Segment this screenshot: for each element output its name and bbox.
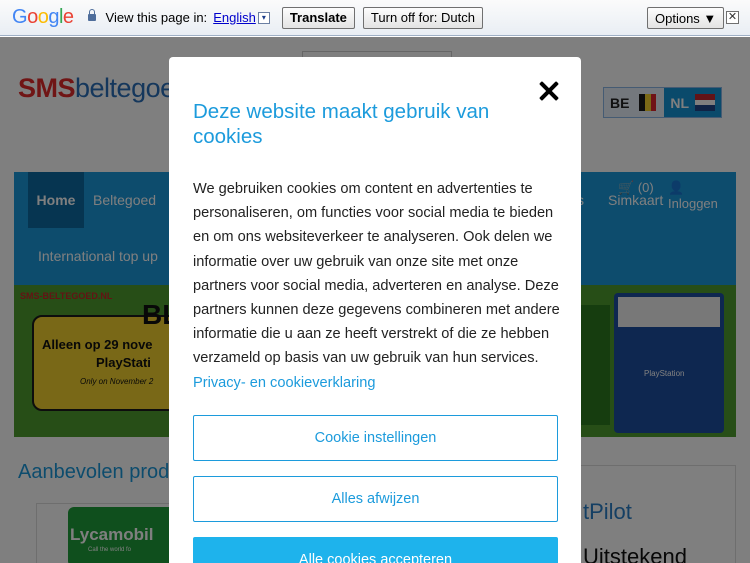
logo-letter: e bbox=[62, 6, 74, 28]
logo-letter: o bbox=[37, 6, 49, 28]
logo-letter: o bbox=[27, 6, 38, 28]
close-icon[interactable]: ✕ bbox=[726, 11, 739, 24]
view-page-label: View this page in: bbox=[105, 10, 208, 25]
logo-letter: g bbox=[48, 6, 59, 28]
google-logo: Google bbox=[12, 6, 74, 29]
turn-off-button[interactable]: Turn off for: Dutch bbox=[362, 6, 483, 29]
cookie-dialog-title: Deze website maakt gebruik van cookies bbox=[193, 100, 490, 148]
chevron-down-icon[interactable]: ▾ bbox=[257, 11, 270, 24]
language-select[interactable]: English bbox=[213, 10, 256, 25]
reject-all-button[interactable]: Alles afwijzen bbox=[193, 476, 558, 522]
translate-bar: Google View this page in: English ▾ Tran… bbox=[0, 0, 750, 36]
cookie-dialog-text: We gebruiken cookies om content en adver… bbox=[193, 177, 563, 395]
cookie-settings-button[interactable]: Cookie instellingen bbox=[193, 415, 558, 461]
cookie-body-text: We gebruiken cookies om content en adver… bbox=[193, 181, 560, 367]
cookie-dialog: Deze website maakt gebruik van cookies W… bbox=[169, 57, 581, 563]
logo-letter: G bbox=[12, 6, 28, 28]
options-button[interactable]: Options ▼ bbox=[647, 7, 725, 29]
privacy-link[interactable]: Privacy- en cookieverklaring bbox=[193, 375, 376, 391]
close-icon[interactable] bbox=[539, 81, 559, 101]
lock-icon bbox=[87, 9, 96, 22]
accept-all-button[interactable]: Alle cookies accepteren bbox=[193, 537, 558, 563]
translate-button[interactable]: Translate bbox=[281, 6, 355, 29]
